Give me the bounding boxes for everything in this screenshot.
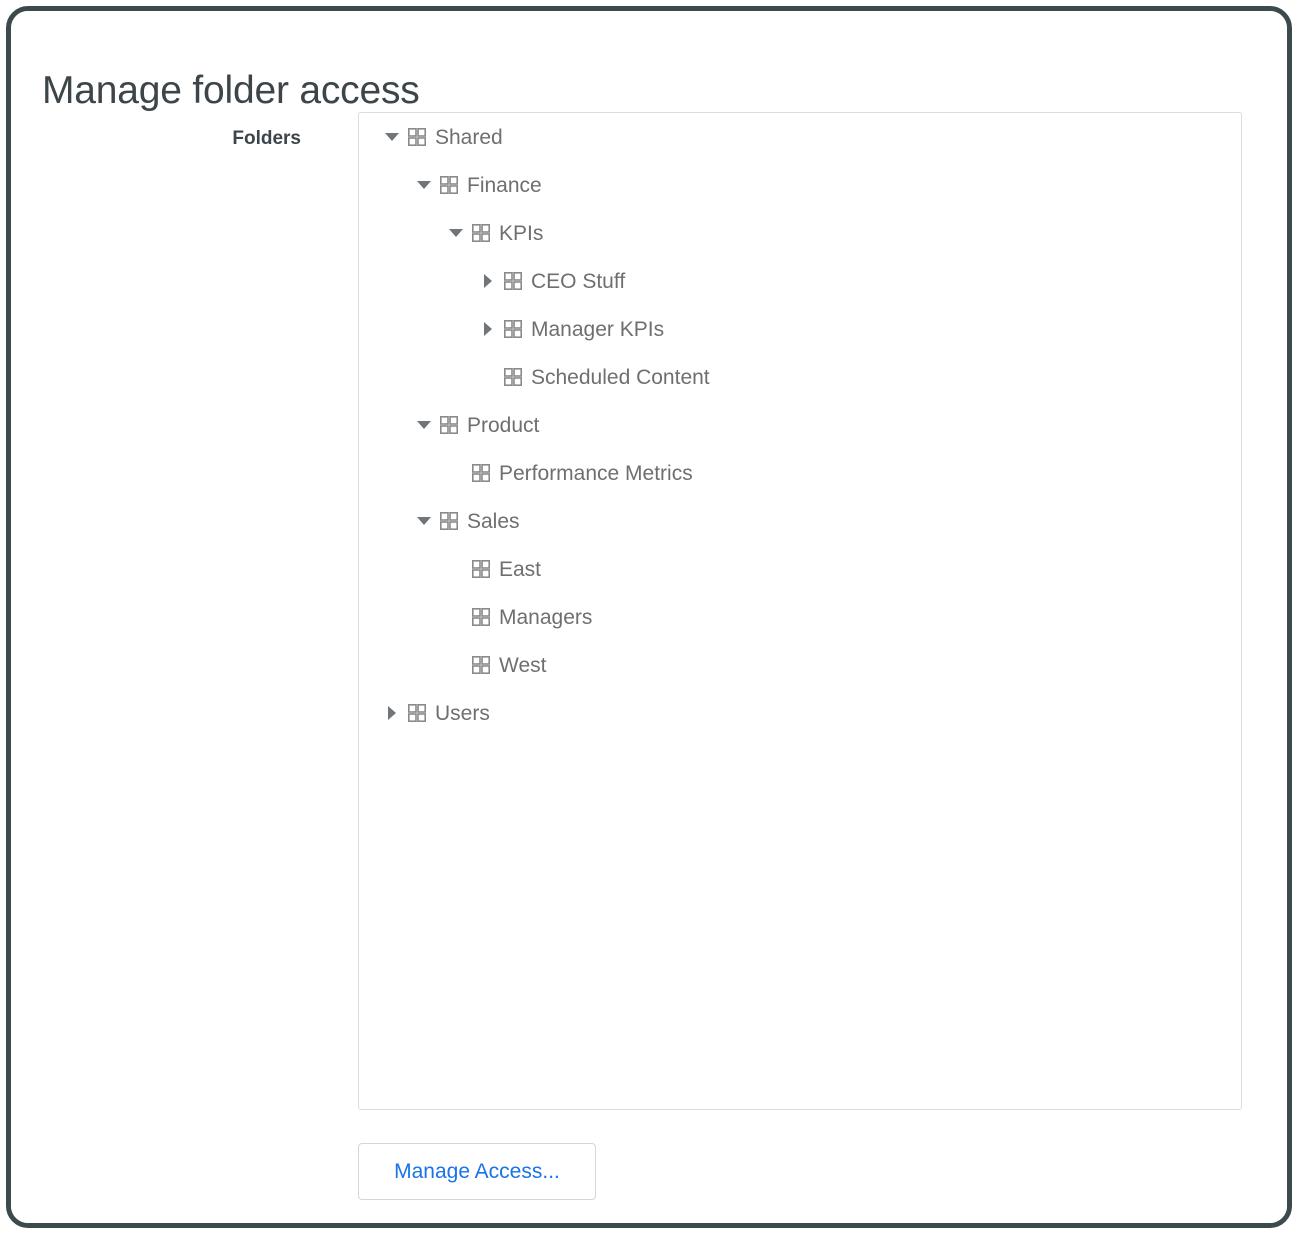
folder-grid-icon <box>408 704 426 722</box>
tree-item-label: KPIs <box>499 223 543 244</box>
tree-item-west[interactable]: West <box>359 641 1241 689</box>
chevron-down-icon[interactable] <box>385 133 399 141</box>
tree-item-managers[interactable]: Managers <box>359 593 1241 641</box>
tree-toggle[interactable] <box>408 497 440 545</box>
folder-grid-icon <box>440 512 458 530</box>
tree-item-label: Users <box>435 703 490 724</box>
chevron-down-icon[interactable] <box>417 421 431 429</box>
chevron-right-icon[interactable] <box>388 706 396 720</box>
manage-access-button[interactable]: Manage Access... <box>358 1143 596 1200</box>
tree-toggle[interactable] <box>472 257 504 305</box>
page-title: Manage folder access <box>42 69 420 113</box>
app-content-area: Manage folder access Folders Shared Finan… <box>11 11 1287 1223</box>
tree-item-finance[interactable]: Finance <box>359 161 1241 209</box>
tree-toggle[interactable] <box>376 689 408 737</box>
tree-item-label: Managers <box>499 607 592 628</box>
tree-toggle-spacer <box>440 449 472 497</box>
tree-item-label: Shared <box>435 127 503 148</box>
folder-tree-panel[interactable]: Shared Finance KPIs CEO Stuff Manager KPIs Sc… <box>358 112 1242 1110</box>
tree-toggle[interactable] <box>408 161 440 209</box>
folder-grid-icon <box>472 608 490 626</box>
folder-grid-icon <box>504 272 522 290</box>
tree-toggle-spacer <box>472 353 504 401</box>
tree-toggle[interactable] <box>408 401 440 449</box>
tree-item-east[interactable]: East <box>359 545 1241 593</box>
tree-item-shared[interactable]: Shared <box>359 113 1241 161</box>
folder-grid-icon <box>440 176 458 194</box>
tree-item-label: Finance <box>467 175 542 196</box>
tree-item-ceo-stuff[interactable]: CEO Stuff <box>359 257 1241 305</box>
chevron-down-icon[interactable] <box>417 517 431 525</box>
tree-item-manager-kpis[interactable]: Manager KPIs <box>359 305 1241 353</box>
tree-item-label: East <box>499 559 541 580</box>
folder-grid-icon <box>472 560 490 578</box>
folder-grid-icon <box>472 656 490 674</box>
tree-item-performance-metrics[interactable]: Performance Metrics <box>359 449 1241 497</box>
tree-toggle[interactable] <box>440 209 472 257</box>
folder-grid-icon <box>472 464 490 482</box>
tree-item-label: CEO Stuff <box>531 271 625 292</box>
chevron-right-icon[interactable] <box>484 322 492 336</box>
chevron-down-icon[interactable] <box>449 229 463 237</box>
tree-toggle-spacer <box>440 641 472 689</box>
tree-toggle[interactable] <box>376 113 408 161</box>
tree-item-scheduled-content[interactable]: Scheduled Content <box>359 353 1241 401</box>
tree-item-label: Sales <box>467 511 520 532</box>
tree-toggle-spacer <box>440 545 472 593</box>
folder-grid-icon <box>440 416 458 434</box>
tree-item-users[interactable]: Users <box>359 689 1241 737</box>
tree-item-product[interactable]: Product <box>359 401 1241 449</box>
tree-item-kpis[interactable]: KPIs <box>359 209 1241 257</box>
tree-item-label: West <box>499 655 546 676</box>
tree-toggle[interactable] <box>472 305 504 353</box>
folder-grid-icon <box>504 368 522 386</box>
folder-tree: Shared Finance KPIs CEO Stuff Manager KPIs Sc… <box>359 113 1241 737</box>
tree-item-label: Product <box>467 415 539 436</box>
folder-grid-icon <box>504 320 522 338</box>
folder-grid-icon <box>408 128 426 146</box>
chevron-down-icon[interactable] <box>417 181 431 189</box>
tree-item-sales[interactable]: Sales <box>359 497 1241 545</box>
folder-grid-icon <box>472 224 490 242</box>
tree-item-label: Manager KPIs <box>531 319 664 340</box>
folders-field-label: Folders <box>71 128 301 150</box>
tree-toggle-spacer <box>440 593 472 641</box>
chevron-right-icon[interactable] <box>484 274 492 288</box>
tree-item-label: Performance Metrics <box>499 463 693 484</box>
tree-item-label: Scheduled Content <box>531 367 710 388</box>
app-window-frame: Manage folder access Folders Shared Finan… <box>6 6 1292 1228</box>
